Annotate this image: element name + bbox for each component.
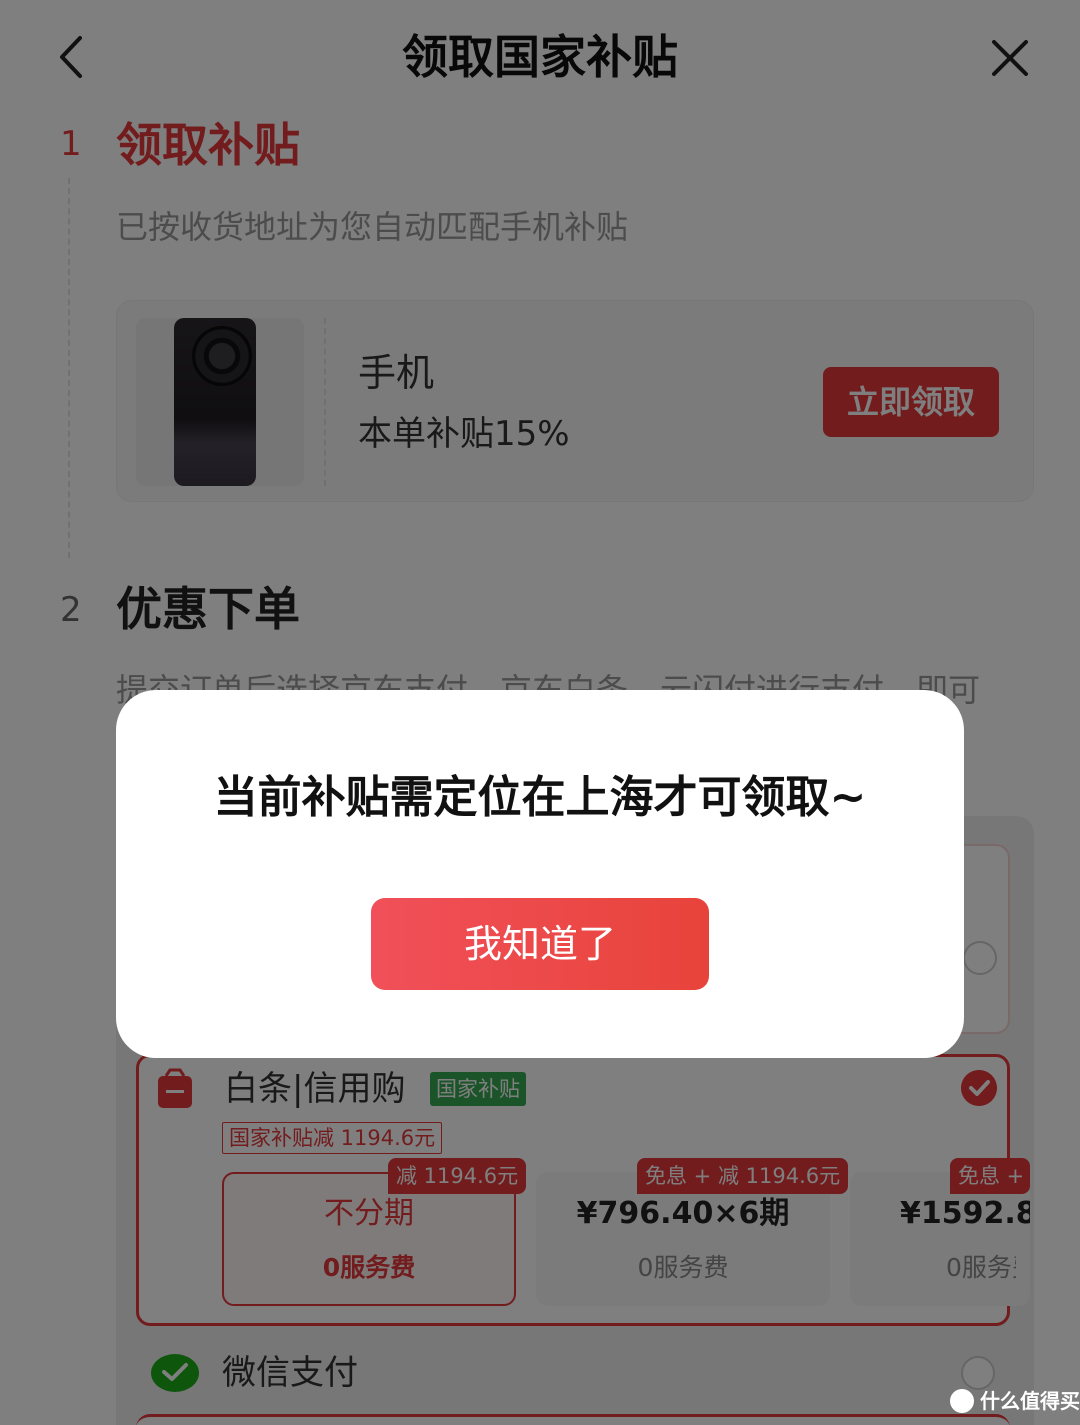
dialog-message: 当前补贴需定位在上海才可领取~: [213, 772, 867, 823]
watermark-logo-icon: [950, 1389, 974, 1413]
watermark-text: 什么值得买: [980, 1389, 1080, 1413]
location-alert-dialog: [116, 690, 964, 1058]
acknowledge-button[interactable]: 我知道了: [371, 898, 709, 990]
